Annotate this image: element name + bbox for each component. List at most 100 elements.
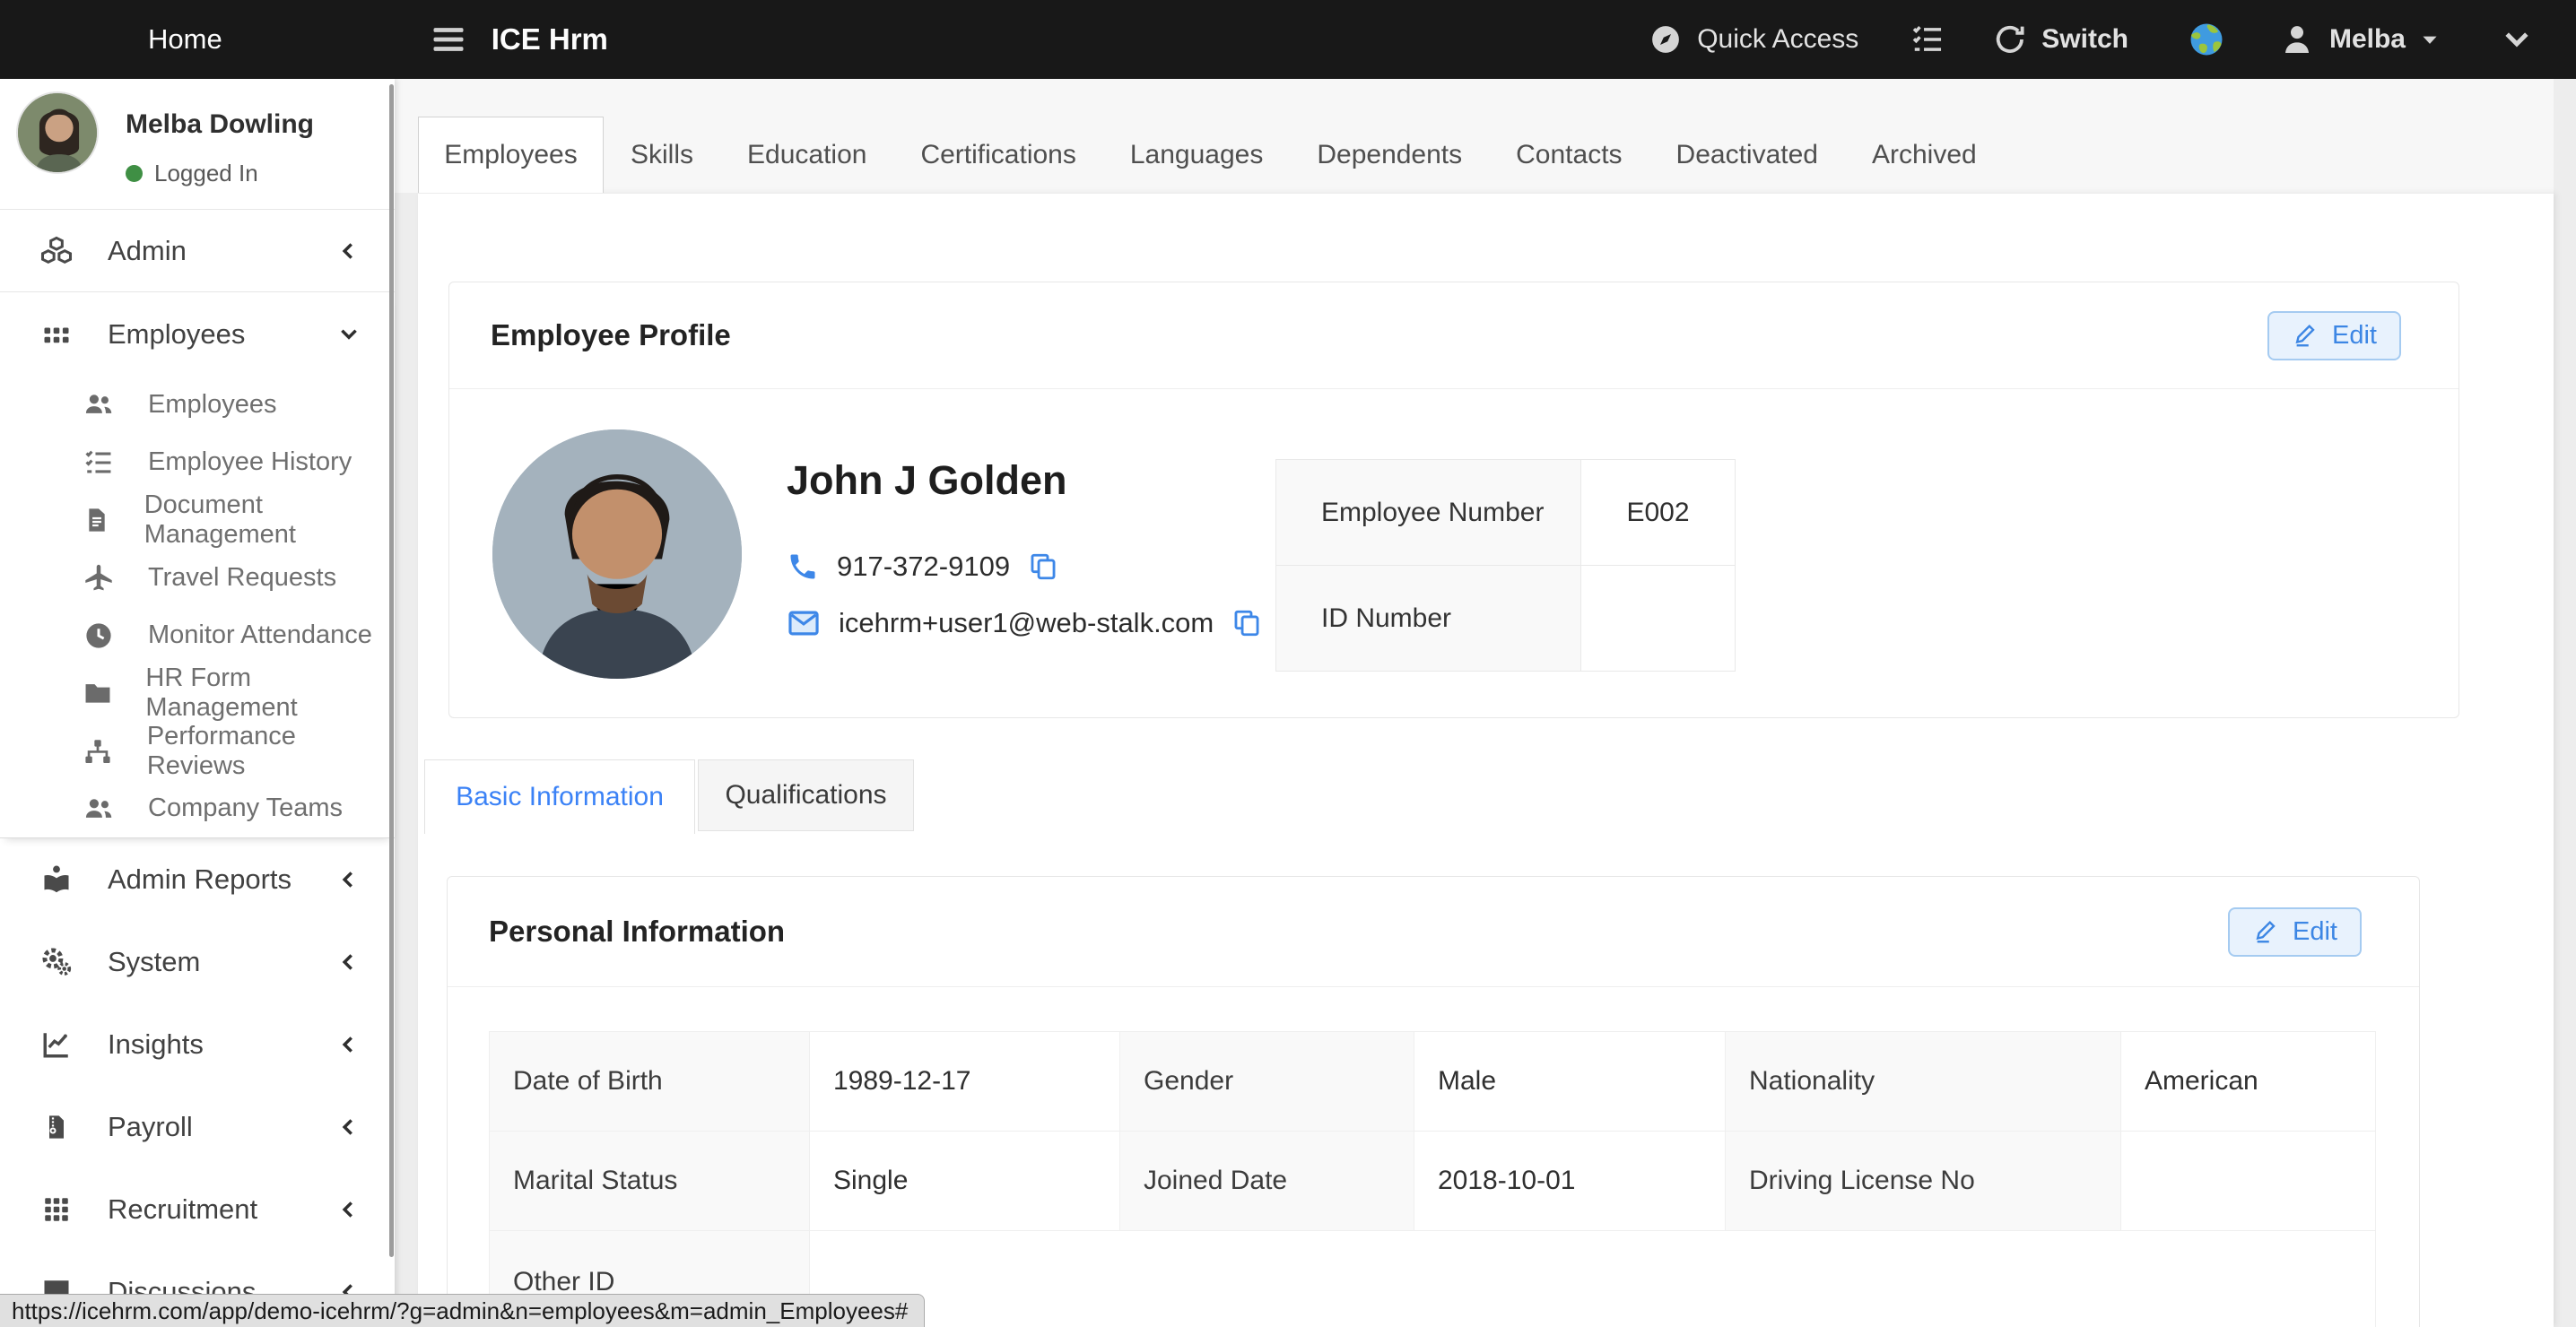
- employee-phone-row: 917-372-9109: [787, 551, 1058, 583]
- chevron-left-icon: [337, 1033, 361, 1056]
- hamburger-menu-icon[interactable]: [429, 20, 468, 59]
- tab-deactivated[interactable]: Deactivated: [1649, 117, 1845, 193]
- topbar-actions: Quick Access Switch Melba: [1649, 21, 2535, 58]
- chevron-left-icon: [337, 868, 361, 891]
- sidebar-subitem-performance-reviews[interactable]: Performance Reviews: [0, 722, 395, 779]
- sidebar-item-employees[interactable]: Employees: [0, 292, 395, 376]
- sidebar-item-payroll[interactable]: Payroll: [0, 1086, 395, 1168]
- sidebar-group-employees: Employees Employees Employee History: [0, 292, 395, 838]
- sidebar-user-card: Melba Dowling Logged In: [0, 79, 395, 210]
- sidebar-item-label: Employees: [108, 318, 245, 351]
- tab-employees[interactable]: Employees: [418, 117, 604, 193]
- tab-dependents[interactable]: Dependents: [1290, 117, 1489, 193]
- detail-tabs: Basic Information Qualifications: [424, 759, 914, 834]
- link-status-bar: https://icehrm.com/app/demo-icehrm/?g=ad…: [0, 1294, 925, 1327]
- table-row: Date of Birth 1989-12-17 Gender Male Nat…: [490, 1032, 2376, 1132]
- phone-icon: [787, 551, 819, 583]
- quick-access-button[interactable]: Quick Access: [1649, 22, 1858, 56]
- grid-icon: [36, 318, 77, 351]
- field-value: Single: [810, 1132, 1120, 1231]
- logged-in-label: Logged In: [154, 160, 258, 187]
- employee-phone: 917-372-9109: [837, 551, 1010, 583]
- sidebar-item-label: System: [108, 946, 200, 978]
- sidebar-subitem-label: Travel Requests: [148, 563, 336, 593]
- tab-basic-information[interactable]: Basic Information: [424, 759, 695, 834]
- sidebar-subitem-company-teams[interactable]: Company Teams: [0, 780, 395, 837]
- language-globe-icon[interactable]: [2188, 21, 2225, 58]
- employee-id-table: Employee Number E002 ID Number: [1275, 459, 1736, 672]
- field-value: [2121, 1132, 2376, 1231]
- user-name-label: Melba: [2329, 24, 2406, 55]
- field-label: Driving License No: [1726, 1132, 2121, 1231]
- tab-certifications[interactable]: Certifications: [893, 117, 1102, 193]
- folder-icon: [79, 678, 116, 708]
- plane-icon: [79, 561, 118, 594]
- sidebar-item-label: Admin Reports: [108, 863, 292, 896]
- sidebar-item-recruitment[interactable]: Recruitment: [0, 1168, 395, 1251]
- copy-icon[interactable]: [1231, 608, 1262, 638]
- employee-name: John J Golden: [787, 457, 1067, 504]
- payroll-file-icon: [36, 1113, 77, 1141]
- switch-button[interactable]: Switch: [1993, 22, 2128, 56]
- home-menu-item[interactable]: Home: [148, 23, 222, 56]
- pencil-icon: [2252, 918, 2279, 945]
- sidebar-item-system[interactable]: System: [0, 921, 395, 1003]
- book-reader-icon: [36, 863, 77, 896]
- sidebar-subitem-hr-form-management[interactable]: HR Form Management: [0, 664, 395, 722]
- email-icon: [787, 606, 821, 640]
- sidebar-user-name: Melba Dowling: [126, 109, 314, 140]
- sidebar-subitem-monitor-attendance[interactable]: Monitor Attendance: [0, 607, 395, 664]
- field-label: ID Number: [1276, 566, 1581, 672]
- employee-profile-card: Employee Profile Edit John J Golden: [448, 282, 2459, 718]
- sidebar-subitem-travel-requests[interactable]: Travel Requests: [0, 549, 395, 606]
- field-label: Date of Birth: [490, 1032, 810, 1132]
- collapse-chevron-icon[interactable]: [2499, 22, 2535, 57]
- sidebar-subitem-document-management[interactable]: Document Management: [0, 491, 395, 549]
- sidebar: Melba Dowling Logged In Admin Employees: [0, 79, 395, 1327]
- sidebar-item-admin[interactable]: Admin: [0, 210, 395, 292]
- chevron-left-icon: [337, 950, 361, 974]
- switch-label: Switch: [2041, 24, 2128, 55]
- online-status-dot: [126, 165, 143, 182]
- tasks-icon[interactable]: [1910, 22, 1945, 56]
- sidebar-item-label: Insights: [108, 1028, 204, 1061]
- users-icon: [79, 388, 118, 421]
- app-root: Home ICE Hrm Quick Access Switch: [0, 0, 2576, 1327]
- sidebar-item-label: Payroll: [108, 1111, 193, 1143]
- table-row: ID Number: [1276, 566, 1736, 672]
- tab-contacts[interactable]: Contacts: [1489, 117, 1649, 193]
- chart-icon: [36, 1028, 77, 1061]
- field-value: E002: [1581, 460, 1736, 566]
- tab-education[interactable]: Education: [720, 117, 893, 193]
- edit-label: Edit: [2332, 321, 2377, 351]
- sidebar-subitem-employee-history[interactable]: Employee History: [0, 433, 395, 490]
- sidebar-subitem-employees[interactable]: Employees: [0, 376, 395, 433]
- checklist-icon: [79, 447, 118, 478]
- edit-personal-information-button[interactable]: Edit: [2228, 907, 2362, 957]
- cubes-icon: [36, 234, 77, 268]
- tab-languages[interactable]: Languages: [1103, 117, 1290, 193]
- tab-qualifications[interactable]: Qualifications: [698, 759, 914, 831]
- field-label: Marital Status: [490, 1132, 810, 1231]
- table-row: Employee Number E002: [1276, 460, 1736, 566]
- sidebar-subitem-label: HR Form Management: [145, 664, 395, 723]
- sidebar-item-admin-reports[interactable]: Admin Reports: [0, 838, 395, 921]
- field-label: Employee Number: [1276, 460, 1581, 566]
- switch-rotate-icon: [1993, 22, 2027, 56]
- field-label: Nationality: [1726, 1032, 2121, 1132]
- field-value: [810, 1231, 2376, 1327]
- sidebar-scrollbar[interactable]: [389, 84, 394, 1257]
- person-icon: [2279, 22, 2315, 57]
- user-menu[interactable]: Melba: [2279, 22, 2440, 57]
- tab-archived[interactable]: Archived: [1845, 117, 2004, 193]
- sidebar-subitem-label: Company Teams: [148, 794, 343, 823]
- edit-profile-button[interactable]: Edit: [2267, 311, 2401, 360]
- section-title: Employee Profile: [491, 318, 731, 352]
- personal-information-card: Personal Information Edit Date of Birth …: [447, 876, 2420, 1327]
- copy-icon[interactable]: [1028, 551, 1058, 582]
- sidebar-item-insights[interactable]: Insights: [0, 1003, 395, 1086]
- tab-skills[interactable]: Skills: [604, 117, 720, 193]
- employee-photo: [492, 429, 742, 679]
- sidebar-subitem-label: Monitor Attendance: [148, 620, 372, 650]
- caret-down-icon: [2420, 30, 2440, 49]
